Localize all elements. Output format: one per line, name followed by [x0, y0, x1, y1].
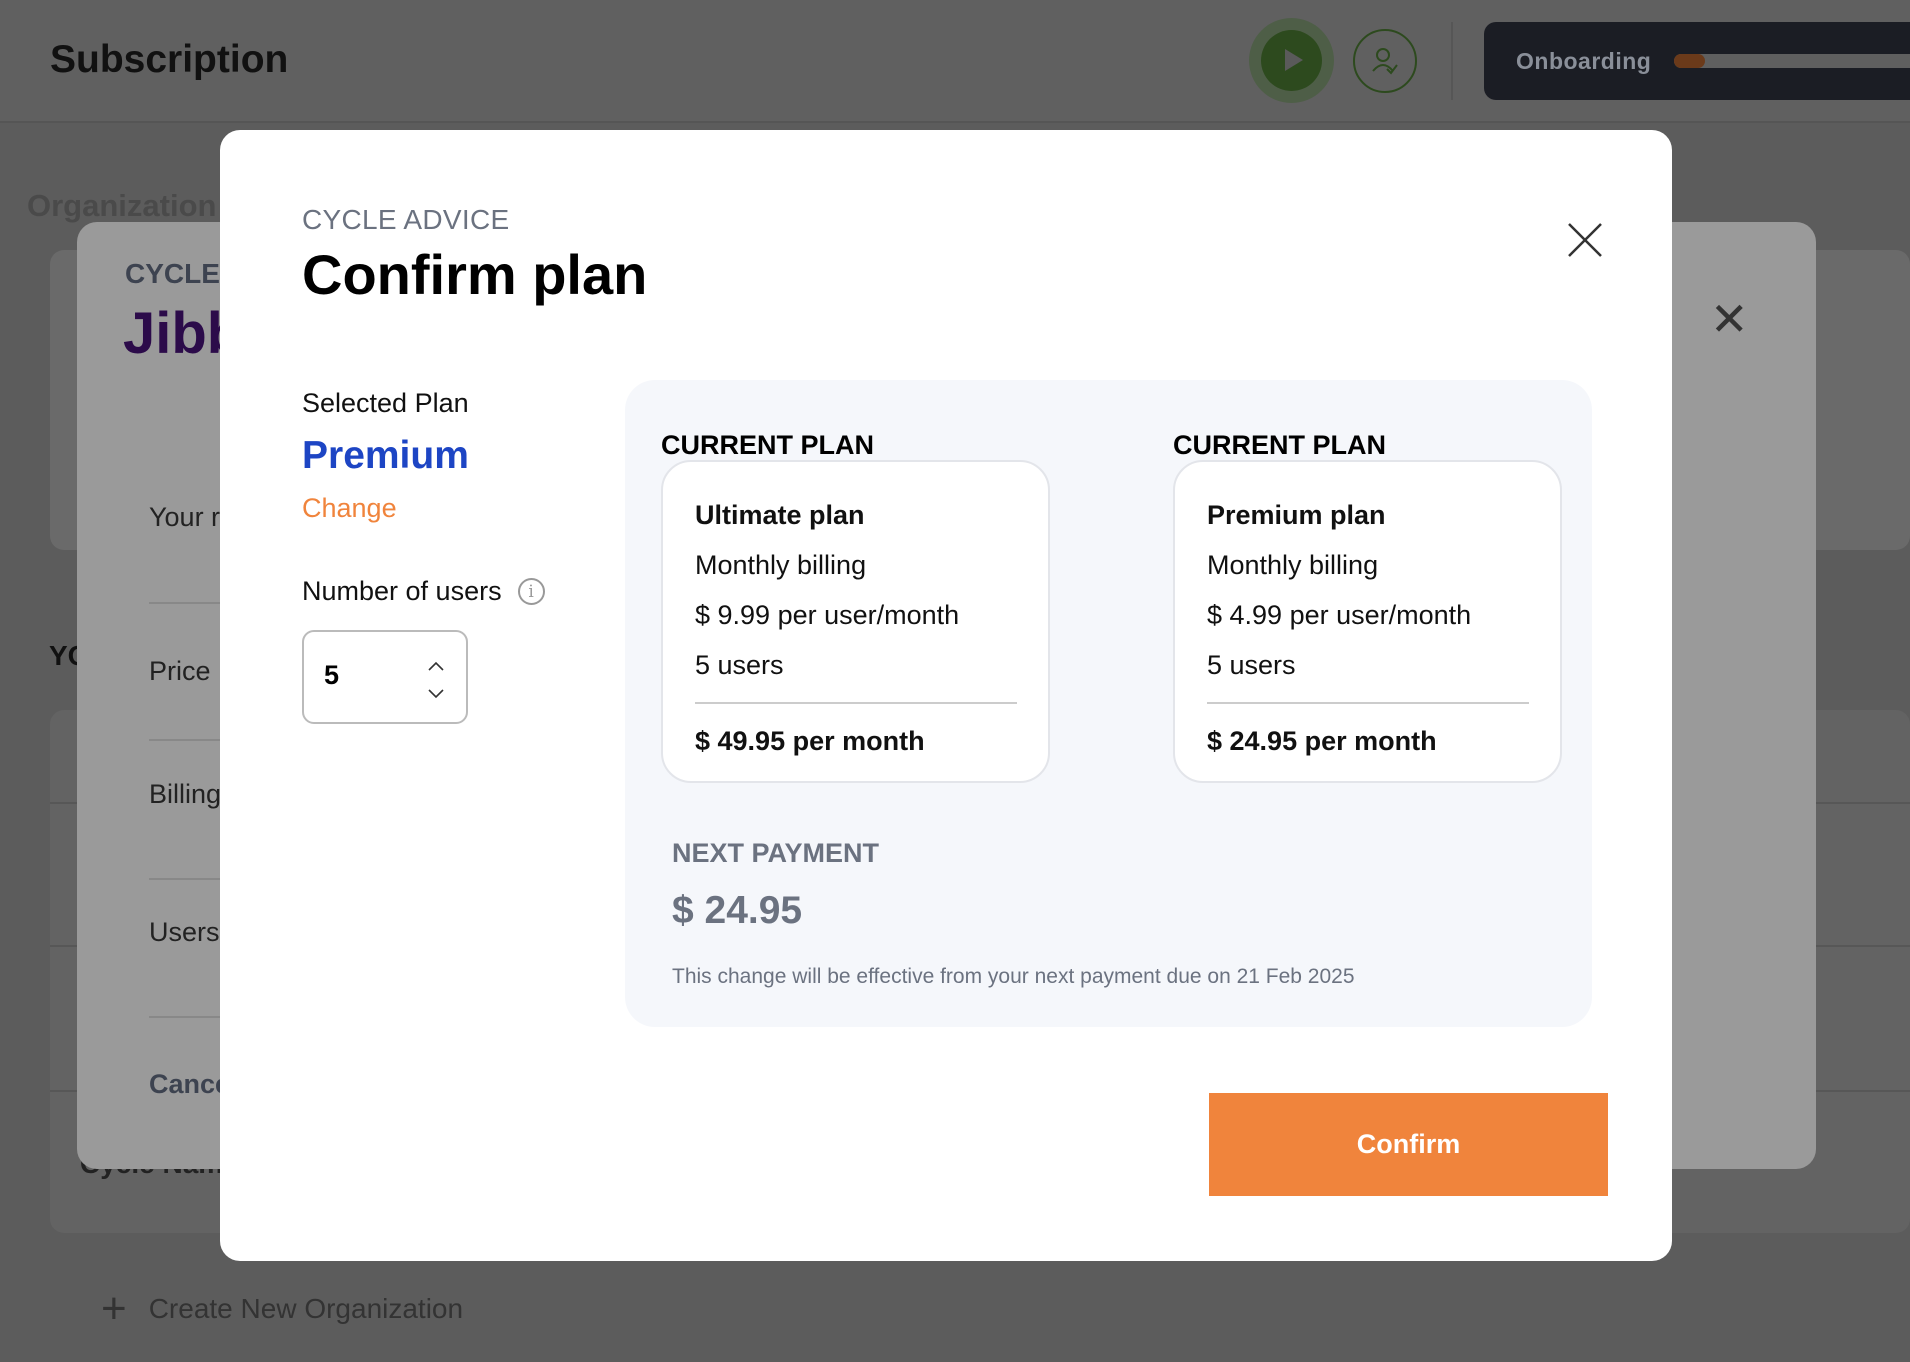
selected-plan-label: Selected Plan	[302, 388, 469, 418]
plan-total: $ 49.95 per month	[695, 726, 925, 756]
plan-heading: CURRENT PLAN	[1173, 430, 1386, 460]
effective-date-note: This change will be effective from your …	[672, 965, 1355, 988]
selected-plan: Premium	[302, 434, 469, 477]
plan-price: $ 4.99 per user/month	[1207, 600, 1472, 630]
plan-price: $ 9.99 per user/month	[695, 600, 960, 630]
tab-organization[interactable]: Organization	[27, 188, 216, 224]
back-label: Cance	[149, 1069, 231, 1099]
users-stepper[interactable]	[302, 630, 468, 724]
users-label-text: Number of users	[302, 576, 502, 606]
onboarding-progress	[1674, 54, 1910, 68]
plan-total: $ 24.95 per month	[1207, 726, 1437, 756]
modal-title: Confirm plan	[302, 243, 648, 306]
create-organization-label: Create New Organization	[148, 1293, 464, 1324]
plan-users: 5 users	[1207, 650, 1296, 680]
divider	[695, 702, 1017, 704]
chevron-up-icon[interactable]	[426, 658, 446, 674]
play-icon[interactable]	[1261, 30, 1322, 91]
divider	[1207, 702, 1529, 704]
top-header: Subscription Onboarding	[0, 0, 1910, 123]
plan-comparison-panel: CURRENT PLAN Ultimate plan Monthly billi…	[625, 380, 1592, 1027]
plan-users: 5 users	[695, 650, 784, 680]
confirm-button[interactable]: Confirm	[1209, 1093, 1608, 1196]
back-label: Users	[149, 917, 220, 947]
plan-name: Premium plan	[1207, 500, 1386, 530]
info-icon[interactable]: i	[517, 578, 545, 605]
back-label: Price	[149, 656, 211, 686]
change-plan-link[interactable]: Change	[302, 493, 397, 524]
plus-icon: +	[101, 1284, 127, 1333]
plan-heading: CURRENT PLAN	[661, 430, 874, 460]
next-payment-label: NEXT PAYMENT	[672, 838, 880, 868]
users-input[interactable]	[324, 660, 404, 691]
plan-card-current: Ultimate plan Monthly billing $ 9.99 per…	[661, 460, 1050, 783]
onboarding-label: Onboarding	[1516, 48, 1652, 74]
close-icon[interactable]	[1565, 220, 1605, 260]
create-organization-button[interactable]: + Create New Organization	[101, 1284, 463, 1334]
plan-billing: Monthly billing	[1207, 550, 1379, 580]
back-label: Billing	[149, 779, 222, 809]
onboarding-progress-fill	[1674, 54, 1706, 68]
plan-name: Ultimate plan	[695, 500, 865, 530]
number-of-users-label: Number of users i	[302, 576, 545, 607]
onboarding-widget[interactable]: Onboarding	[1484, 22, 1910, 100]
page-title: Subscription	[50, 38, 289, 81]
back-modal-eyebrow: CYCLE	[125, 258, 220, 289]
user-check-icon[interactable]	[1353, 29, 1417, 93]
back-label: Your r	[149, 502, 221, 532]
confirm-plan-modal: CYCLE ADVICE Confirm plan Selected Plan …	[220, 130, 1672, 1261]
next-payment-value: $ 24.95	[672, 889, 803, 932]
divider	[1451, 22, 1453, 100]
modal-eyebrow: CYCLE ADVICE	[302, 204, 510, 235]
close-icon[interactable]: ✕	[1710, 296, 1749, 342]
plan-card-new: Premium plan Monthly billing $ 4.99 per …	[1173, 460, 1562, 783]
plan-billing: Monthly billing	[695, 550, 867, 580]
chevron-down-icon[interactable]	[426, 686, 446, 702]
